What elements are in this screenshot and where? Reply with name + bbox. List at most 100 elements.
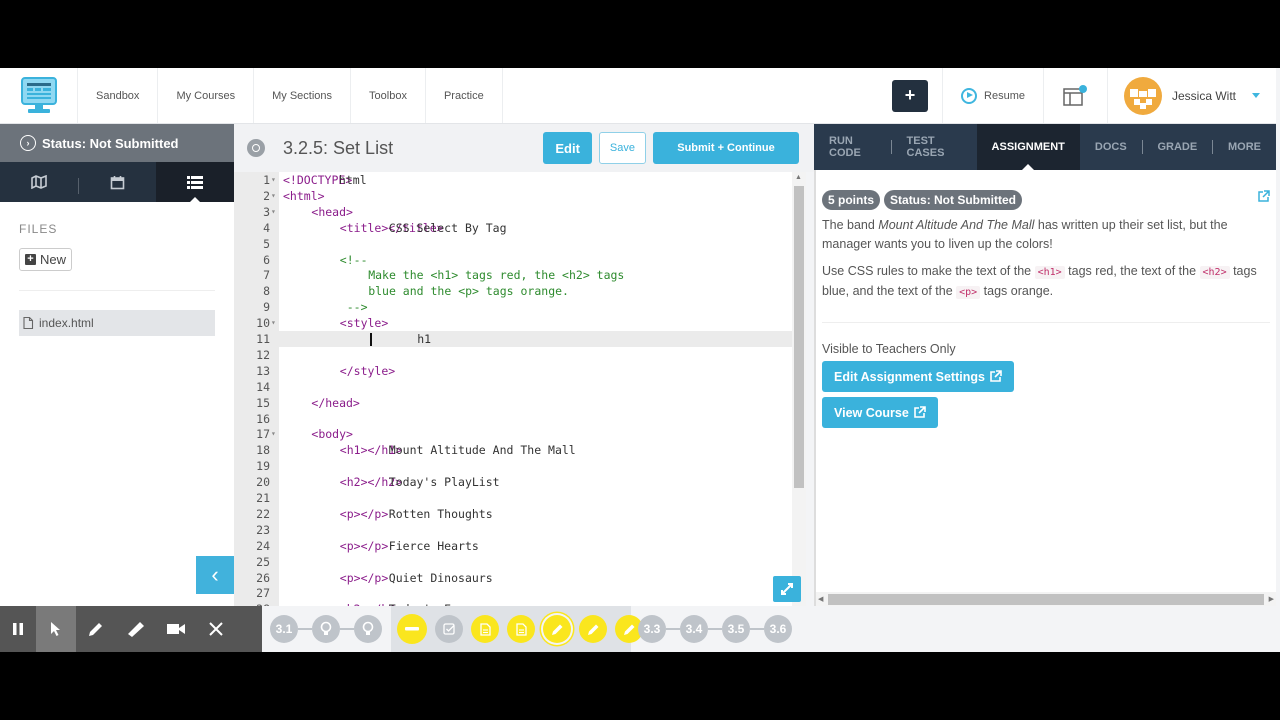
tab-calendar[interactable] — [79, 162, 157, 202]
file-item[interactable]: index.html — [19, 310, 215, 336]
scroll-right-icon[interactable]: ▶ — [1269, 595, 1274, 603]
edit-assignment-settings-button[interactable]: Edit Assignment Settings — [822, 361, 1014, 392]
progress-item-check[interactable] — [435, 615, 463, 643]
code-line[interactable]: 21 — [234, 490, 792, 506]
code-line[interactable]: 25 — [234, 554, 792, 570]
progress-connector — [708, 628, 722, 630]
expand-icon — [781, 583, 793, 595]
create-button[interactable]: + — [892, 79, 929, 112]
fold-arrow-icon[interactable]: ▾ — [271, 172, 276, 188]
highlighter-tool[interactable] — [116, 606, 156, 652]
nav-my-courses[interactable]: My Courses — [158, 68, 255, 123]
code-line[interactable]: 7 Make the <h1> tags red, the <h2> tags — [234, 267, 792, 283]
code-line[interactable]: 5 — [234, 236, 792, 252]
code-line[interactable]: 11 h1 — [234, 331, 792, 347]
code-line[interactable]: 19 — [234, 458, 792, 474]
progress-item-pencil[interactable] — [579, 615, 607, 643]
vertical-scrollbar[interactable]: ▲ — [792, 172, 806, 606]
horizontal-scrollbar[interactable]: ◀ ▶ — [814, 592, 1276, 606]
logo[interactable] — [0, 68, 78, 123]
submit-continue-button[interactable]: Submit + Continue — [653, 132, 799, 164]
pointer-tool[interactable] — [36, 606, 76, 652]
tab-more[interactable]: MORE — [1213, 124, 1276, 170]
scrollbar-thumb[interactable] — [794, 186, 804, 488]
pause-button[interactable] — [0, 606, 36, 652]
code-line[interactable]: 22 <p> Rotten Thoughts </p> — [234, 506, 792, 522]
code-line[interactable]: 4 <title> CSS Select By Tag </title> — [234, 220, 792, 236]
close-icon — [209, 622, 223, 636]
pencil-tool[interactable] — [76, 606, 116, 652]
code-line[interactable]: 18 <h1> Mount Altitude And The Mall </h1> — [234, 442, 792, 458]
avatar-pattern-icon — [1129, 88, 1156, 109]
code-editor[interactable]: 1 ▾ <!DOCTYPE html >2 ▾ <html> 3 ▾ <head> 4 <title… — [234, 172, 792, 606]
scrollbar-thumb[interactable] — [828, 594, 1264, 605]
code-line[interactable]: 23 — [234, 522, 792, 538]
tab-grade[interactable]: GRADE — [1142, 124, 1212, 170]
close-tool[interactable] — [196, 606, 236, 652]
fold-arrow-icon[interactable]: ▾ — [271, 204, 276, 220]
code-line[interactable]: 6 <!-- — [234, 252, 792, 268]
chevron-right-circle-icon: › — [20, 135, 36, 151]
notifications-button[interactable] — [1044, 68, 1108, 123]
tab-map[interactable] — [0, 162, 78, 202]
resume-button[interactable]: Resume — [942, 68, 1044, 123]
fold-arrow-icon[interactable]: ▾ — [271, 426, 276, 442]
tab-run-code[interactable]: RUN CODE — [814, 124, 891, 170]
code-line[interactable]: 15 </head> — [234, 395, 792, 411]
progress-lesson[interactable]: 3.6 — [764, 615, 792, 643]
fold-arrow-icon[interactable]: ▾ — [271, 315, 276, 331]
external-link-icon[interactable] — [1257, 190, 1270, 206]
code-line[interactable]: 20 <h2> Today's PlayList </h2> — [234, 474, 792, 490]
code-line[interactable]: 16 — [234, 411, 792, 427]
nav-toolbox[interactable]: Toolbox — [351, 68, 426, 123]
tab-assignment[interactable]: ASSIGNMENT — [976, 124, 1080, 170]
code-line[interactable]: 17 ▾ <body> — [234, 426, 792, 442]
code-line[interactable]: 13 </style> — [234, 363, 792, 379]
progress-lesson[interactable]: 3.5 — [722, 615, 750, 643]
tab-files[interactable] — [156, 162, 235, 203]
save-button[interactable]: Save — [598, 132, 646, 164]
tab-docs[interactable]: DOCS — [1080, 124, 1142, 170]
fold-arrow-icon[interactable]: ▾ — [271, 188, 276, 204]
progress-item-bulb[interactable] — [312, 615, 340, 643]
camera-tool[interactable] — [156, 606, 196, 652]
code-line[interactable]: 24 <p> Fierce Hearts </p> — [234, 538, 792, 554]
view-course-button[interactable]: View Course — [822, 397, 938, 428]
submission-status[interactable]: › Status: Not Submitted — [0, 124, 234, 162]
scroll-up-icon[interactable]: ▲ — [795, 174, 802, 181]
code-line[interactable]: 27 — [234, 585, 792, 601]
new-file-button[interactable]: + New — [19, 248, 73, 271]
progress-lesson[interactable]: 3.4 — [680, 615, 708, 643]
code-line[interactable]: 26 <p> Quiet Dinosaurs </p> — [234, 570, 792, 586]
code-line[interactable]: 10 ▾ <style> — [234, 315, 792, 331]
progress-item-doc[interactable] — [507, 615, 535, 643]
document-icon — [515, 622, 527, 636]
tab-test-cases[interactable]: TEST CASES — [892, 124, 977, 170]
assignment-instructions: Use CSS rules to make the text of the <h… — [822, 262, 1270, 302]
progress-lesson[interactable]: 3.3 — [638, 615, 666, 643]
collapse-sidebar-button[interactable]: ‹ — [196, 556, 234, 594]
code-line[interactable]: 2 ▾ <html> — [234, 188, 792, 204]
progress-item-minus[interactable] — [397, 614, 427, 644]
scroll-left-icon[interactable]: ◀ — [818, 595, 823, 603]
code-line[interactable]: 3 ▾ <head> — [234, 204, 792, 220]
code-line[interactable]: 9 --> — [234, 299, 792, 315]
code-line[interactable]: 14 — [234, 379, 792, 395]
code-line[interactable]: 12 — [234, 347, 792, 363]
chevron-down-icon[interactable] — [1252, 93, 1260, 98]
progress-item-pencil[interactable] — [543, 615, 571, 643]
progress-item-bulb[interactable] — [354, 615, 382, 643]
code-text: <h1> Mount Altitude And The Mall </h1> — [339, 443, 576, 458]
progress-lesson[interactable]: 3.1 — [270, 615, 298, 643]
progress-item-doc[interactable] — [471, 615, 499, 643]
fullscreen-button[interactable] — [773, 576, 801, 602]
nav-practice[interactable]: Practice — [426, 68, 503, 123]
status-text: Status: Not Submitted — [42, 135, 179, 151]
nav-my-sections[interactable]: My Sections — [254, 68, 352, 123]
user-menu[interactable]: Jessica Witt — [1108, 68, 1276, 123]
edit-button[interactable]: Edit — [543, 132, 592, 164]
nav-sandbox[interactable]: Sandbox — [78, 68, 159, 123]
code-line[interactable]: 1 ▾ <!DOCTYPE html > — [234, 172, 792, 188]
code-line[interactable]: 8 blue and the <p> tags orange. — [234, 283, 792, 299]
gear-icon[interactable] — [247, 139, 265, 157]
